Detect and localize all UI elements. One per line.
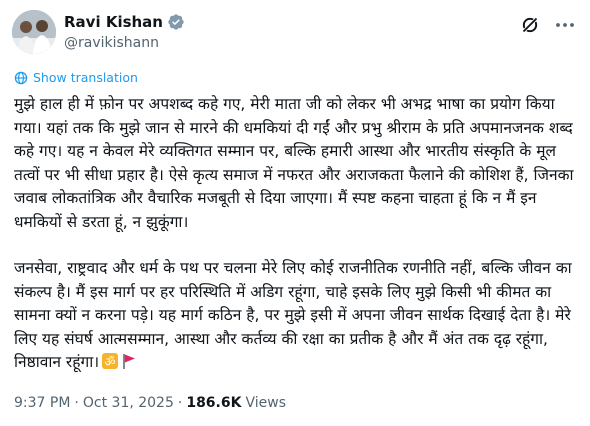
red-flag-icon <box>123 354 136 369</box>
tweet-paragraph-2-text: जनसेवा, राष्ट्रवाद और धर्म के पथ पर चलना… <box>14 259 572 371</box>
tweet-time[interactable]: 9:37 PM <box>14 395 70 411</box>
more-icon <box>556 23 574 27</box>
show-translation-link[interactable]: Show translation <box>14 70 138 85</box>
red-flag-emoji <box>121 352 137 378</box>
views-label: Views <box>245 395 286 411</box>
grok-icon <box>521 16 539 34</box>
more-options-button[interactable] <box>554 15 576 35</box>
tweet-paragraph-2: जनसेवा, राष्ट्रवाद और धर्म के पथ पर चलना… <box>14 257 576 378</box>
om-emoji: ॐ <box>101 352 119 378</box>
svg-text:ॐ: ॐ <box>105 355 116 369</box>
author-name-row: Ravi Kishan <box>64 13 185 31</box>
tweet-header: Ravi Kishan @ravikishann <box>12 10 578 58</box>
tweet-text: मुझे हाल ही में फ़ोन पर अपशब्द कहे गए, म… <box>14 93 576 378</box>
om-icon: ॐ <box>102 353 119 369</box>
grok-button[interactable] <box>520 15 540 35</box>
avatar[interactable] <box>12 10 56 54</box>
author-name[interactable]: Ravi Kishan <box>64 13 163 31</box>
views-count: 186.6K <box>186 395 242 411</box>
show-translation-label: Show translation <box>33 70 138 85</box>
globe-icon <box>14 71 28 84</box>
author-handle[interactable]: @ravikishann <box>64 35 159 51</box>
tweet-paragraph-1: मुझे हाल ही में फ़ोन पर अपशब्द कहे गए, म… <box>14 95 574 231</box>
meta-separator: · <box>74 395 79 411</box>
tweet-date[interactable]: Oct 31, 2025 <box>83 395 174 411</box>
avatar-photo <box>12 10 56 54</box>
tweet-meta: 9:37 PM · Oct 31, 2025 · 186.6K Views <box>14 395 286 411</box>
verified-badge-icon <box>168 14 184 30</box>
meta-separator-2: · <box>177 395 183 411</box>
